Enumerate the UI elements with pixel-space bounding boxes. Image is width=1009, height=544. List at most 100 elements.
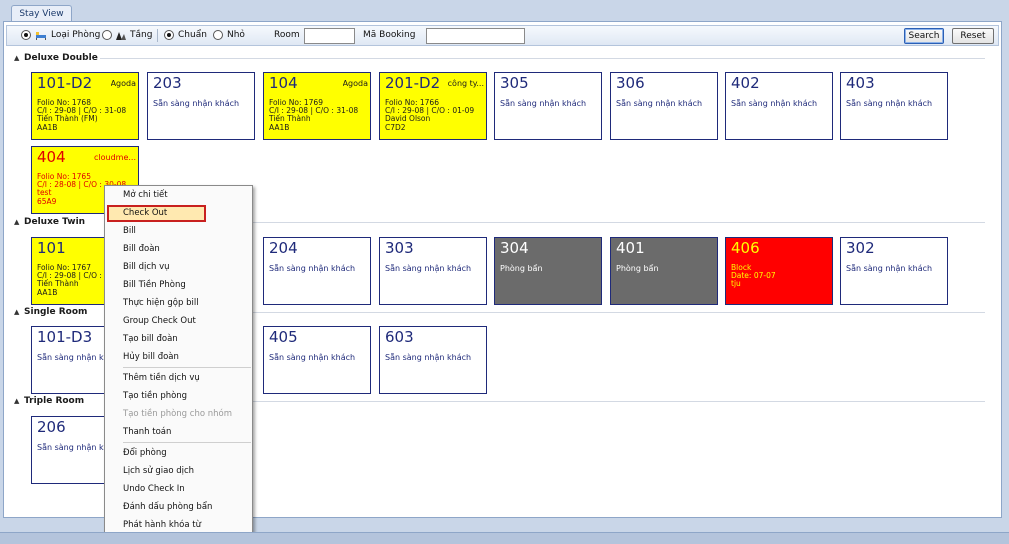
room-number: 306 <box>616 74 645 92</box>
group-title: Triple Room <box>24 396 85 406</box>
room-label: Room <box>274 30 300 40</box>
room-status: Sẵn sàng nhận khách <box>385 264 472 273</box>
room-card-204[interactable]: 204 Sẵn sàng nhận khách <box>263 237 371 305</box>
room-number: 101-D3 <box>37 328 93 346</box>
room-number: 203 <box>153 74 182 92</box>
tab-strip: Stay View <box>0 0 1009 22</box>
tab-stay-view[interactable]: Stay View <box>11 5 72 22</box>
group-title: Deluxe Double <box>24 53 98 63</box>
menu-item-cancel-group-bill[interactable]: Hủy bill đoàn <box>123 350 179 364</box>
room-number: 404 <box>37 148 66 166</box>
room-number: 401 <box>616 239 645 257</box>
room-number: 304 <box>500 239 529 257</box>
room-card-406[interactable]: 406 Block Date: 07-07 tju <box>725 237 833 305</box>
collapse-caret-icon: ▲ <box>14 397 20 405</box>
room-status: Sẵn sàng nhận khách <box>500 99 587 108</box>
room-card-306[interactable]: 306 Sẵn sàng nhận khách <box>610 72 718 140</box>
room-number: 201-D2 <box>385 74 441 92</box>
menu-item-group-check-out[interactable]: Group Check Out <box>123 314 196 328</box>
room-card-302[interactable]: 302 Sẵn sàng nhận khách <box>840 237 948 305</box>
group-header-triple-room[interactable]: ▲ Triple Room <box>14 395 84 407</box>
booking-source: công ty... <box>447 79 484 88</box>
room-card-405[interactable]: 405 Sẵn sàng nhận khách <box>263 326 371 394</box>
menu-item-issue-key-card[interactable]: Phát hành khóa từ <box>123 518 201 532</box>
label-room-type: Loại Phòng <box>51 30 101 40</box>
menu-item-change-room[interactable]: Đổi phòng <box>123 446 167 460</box>
booking-info: Folio No: 1769 C/I : 29-08 | C/O : 31-08 T… <box>269 98 359 132</box>
room-number: 402 <box>731 74 760 92</box>
floors-icon <box>116 32 126 40</box>
room-status: Phòng bẩn <box>616 264 659 273</box>
menu-item-bill[interactable]: Bill <box>123 224 136 238</box>
group-divider <box>253 401 985 402</box>
room-input[interactable] <box>304 28 355 44</box>
room-number: 405 <box>269 328 298 346</box>
booking-label: Mã Booking <box>363 30 416 40</box>
menu-item-group-bill[interactable]: Bill đoàn <box>123 242 160 256</box>
room-number: 303 <box>385 239 414 257</box>
menu-item-payment[interactable]: Thanh toán <box>123 425 171 439</box>
booking-input[interactable] <box>426 28 525 44</box>
group-header-deluxe-double[interactable]: ▲ Deluxe Double <box>14 52 98 64</box>
menu-item-create-group-bill[interactable]: Tạo bill đoàn <box>123 332 178 346</box>
room-number: 305 <box>500 74 529 92</box>
room-status: Sẵn sàng nhận khách <box>846 264 933 273</box>
reset-button[interactable]: Reset <box>952 28 994 44</box>
group-divider <box>253 222 985 223</box>
menu-item-mark-dirty[interactable]: Đánh dấu phòng bẩn <box>123 500 212 514</box>
room-context-menu: Mở chi tiết Check Out Bill Bill đoàn Bil… <box>104 185 253 533</box>
menu-item-create-room-charge[interactable]: Tạo tiền phòng <box>123 389 187 403</box>
room-number: 101 <box>37 239 66 257</box>
room-number: 302 <box>846 239 875 257</box>
room-card-401[interactable]: 401 Phòng bẩn <box>610 237 718 305</box>
menu-item-merge-bill[interactable]: Thực hiện gộp bill <box>123 296 199 310</box>
menu-item-transaction-history[interactable]: Lịch sử giao dịch <box>123 464 194 478</box>
block-info: Block Date: 07-07 tju <box>731 263 776 289</box>
room-status: Sẵn sàng nhận khách <box>385 353 472 362</box>
room-status: Sẵn sàng nhận khách <box>269 264 356 273</box>
room-number: 104 <box>269 74 298 92</box>
room-status: Sẵn sàng nhận khách <box>153 99 240 108</box>
menu-item-check-out[interactable]: Check Out <box>123 206 167 220</box>
booking-source: Agoda <box>110 79 136 88</box>
room-number: 101-D2 <box>37 74 93 92</box>
booking-info: Folio No: 1766 C/I : 29-08 | C/O : 01-09 D… <box>385 98 475 132</box>
room-card-201-d2[interactable]: 201-D2 công ty... Folio No: 1766 C/I : 29… <box>379 72 487 140</box>
room-card-303[interactable]: 303 Sẵn sàng nhận khách <box>379 237 487 305</box>
menu-item-add-service-charge[interactable]: Thêm tiền dịch vụ <box>123 371 200 385</box>
radio-size-standard[interactable] <box>164 30 174 40</box>
radio-view-floor[interactable] <box>102 30 112 40</box>
menu-item-open-details[interactable]: Mở chi tiết <box>123 188 168 202</box>
room-card-304[interactable]: 304 Phòng bẩn <box>494 237 602 305</box>
group-header-deluxe-twin[interactable]: ▲ Deluxe Twin <box>14 216 85 228</box>
room-card-101-d2[interactable]: 101-D2 Agoda Folio No: 1768 C/I : 29-08 |… <box>31 72 139 140</box>
room-card-104[interactable]: 104 Agoda Folio No: 1769 C/I : 29-08 | C/… <box>263 72 371 140</box>
room-status: Sẵn sàng nhận khách <box>616 99 703 108</box>
room-number: 204 <box>269 239 298 257</box>
room-status: Sẵn sàng nhận khách <box>731 99 818 108</box>
menu-item-service-bill[interactable]: Bill dịch vụ <box>123 260 170 274</box>
label-size-standard: Chuẩn <box>178 30 207 40</box>
radio-view-room-type[interactable] <box>21 30 31 40</box>
radio-size-small[interactable] <box>213 30 223 40</box>
room-card-403[interactable]: 403 Sẵn sàng nhận khách <box>840 72 948 140</box>
collapse-caret-icon: ▲ <box>14 54 20 62</box>
group-header-single-room[interactable]: ▲ Single Room <box>14 306 87 318</box>
room-number: 403 <box>846 74 875 92</box>
room-card-203[interactable]: 203 Sẵn sàng nhận khách <box>147 72 255 140</box>
menu-separator <box>123 442 251 443</box>
menu-item-room-charge-bill[interactable]: Bill Tiền Phòng <box>123 278 186 292</box>
label-floor: Tầng <box>130 30 153 40</box>
group-divider <box>100 58 985 59</box>
booking-source: cloudme... <box>93 153 136 162</box>
group-divider <box>253 312 985 313</box>
search-button[interactable]: Search <box>904 28 944 44</box>
room-card-402[interactable]: 402 Sẵn sàng nhận khách <box>725 72 833 140</box>
room-card-603[interactable]: 603 Sẵn sàng nhận khách <box>379 326 487 394</box>
menu-item-undo-check-in[interactable]: Undo Check In <box>123 482 185 496</box>
room-status: Sẵn sàng nhận khách <box>269 353 356 362</box>
room-number: 603 <box>385 328 414 346</box>
room-card-305[interactable]: 305 Sẵn sàng nhận khách <box>494 72 602 140</box>
toolbar-divider <box>157 29 158 42</box>
filter-toolbar: Loại Phòng Tầng Chuẩn Nhỏ Room Mã Bookin… <box>6 25 999 46</box>
